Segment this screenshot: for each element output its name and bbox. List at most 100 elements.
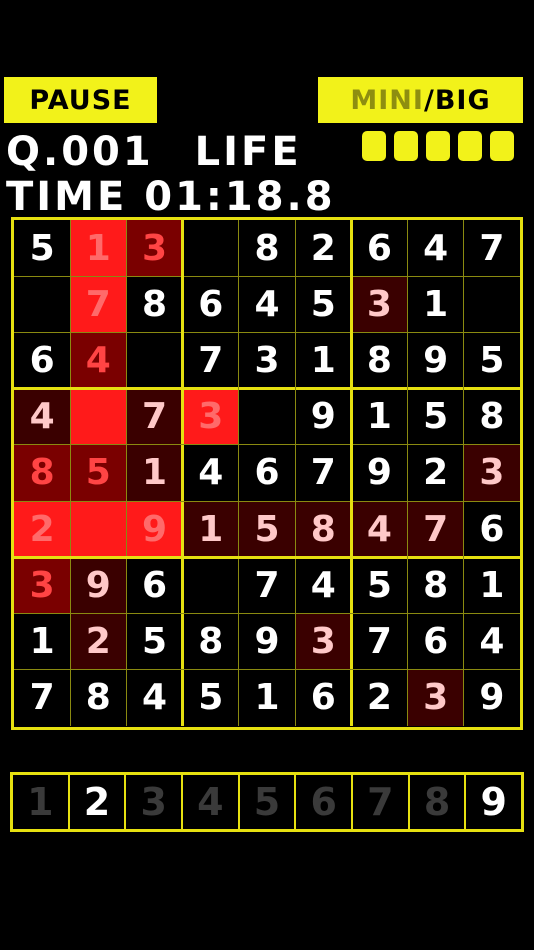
board-cell[interactable]: 2 — [295, 220, 352, 277]
board-cell[interactable]: 5 — [126, 613, 183, 670]
board-cell[interactable] — [238, 388, 296, 445]
board-cell[interactable]: 1 — [463, 557, 520, 614]
board-cell[interactable]: 3 — [182, 388, 239, 445]
board-cell[interactable]: 9 — [238, 613, 296, 670]
board-cell[interactable]: 6 — [14, 332, 71, 389]
board-cell[interactable]: 3 — [351, 276, 408, 333]
board-cell[interactable] — [182, 220, 239, 277]
board-cell[interactable]: 4 — [182, 444, 239, 502]
board-cell[interactable]: 9 — [295, 388, 352, 445]
cell-divider — [14, 331, 520, 333]
board-cell[interactable]: 4 — [126, 669, 183, 726]
board-cell[interactable]: 6 — [182, 276, 239, 333]
board-cell[interactable]: 8 — [295, 501, 352, 558]
board-cell[interactable]: 7 — [126, 388, 183, 445]
board-cell[interactable]: 6 — [238, 444, 296, 502]
board-cell[interactable]: 3 — [126, 220, 183, 277]
board-cell[interactable]: 9 — [126, 501, 183, 558]
board-cell[interactable]: 6 — [351, 220, 408, 277]
board-cell[interactable]: 5 — [295, 276, 352, 333]
board-cell[interactable]: 1 — [14, 613, 71, 670]
board-cell[interactable]: 5 — [463, 332, 520, 389]
board-cell[interactable]: 7 — [463, 220, 520, 277]
board-cell[interactable]: 4 — [463, 613, 520, 670]
board-cell[interactable]: 3 — [238, 332, 296, 389]
board-cell[interactable]: 7 — [238, 557, 296, 614]
board-cell[interactable]: 4 — [70, 332, 127, 389]
board-cell[interactable]: 3 — [14, 557, 71, 614]
board-cell[interactable]: 1 — [295, 332, 352, 389]
board-cell[interactable]: 1 — [182, 501, 239, 558]
board-cell[interactable]: 4 — [14, 388, 71, 445]
board-cell[interactable]: 5 — [238, 501, 296, 558]
board-cell[interactable]: 8 — [70, 669, 127, 726]
board-cell[interactable]: 6 — [126, 557, 183, 614]
board-cell[interactable]: 8 — [407, 557, 464, 614]
board-cell[interactable]: 9 — [351, 444, 408, 502]
board-cell[interactable]: 2 — [14, 501, 71, 558]
board-cell[interactable]: 7 — [295, 444, 352, 502]
board-cell[interactable]: 2 — [70, 613, 127, 670]
board-cell[interactable]: 4 — [238, 276, 296, 333]
board-cell[interactable]: 7 — [70, 276, 127, 333]
cell-divider — [14, 444, 520, 446]
board-cell[interactable]: 7 — [351, 613, 408, 670]
board-cell[interactable]: 1 — [70, 220, 127, 277]
board-cell[interactable]: 4 — [351, 501, 408, 558]
number-key-2[interactable]: 2 — [70, 775, 127, 829]
board-cell[interactable] — [126, 332, 183, 389]
life-box — [394, 131, 418, 161]
board-cell[interactable]: 1 — [351, 388, 408, 445]
number-key-6[interactable]: 6 — [296, 775, 354, 829]
number-key-7[interactable]: 7 — [353, 775, 410, 829]
board-cell[interactable]: 5 — [407, 388, 464, 445]
board-cell[interactable]: 6 — [407, 613, 464, 670]
board-cell[interactable]: 2 — [351, 669, 408, 726]
number-key-5[interactable]: 5 — [240, 775, 297, 829]
board-cell[interactable] — [70, 501, 127, 558]
number-key-9[interactable]: 9 — [466, 775, 521, 829]
slash-label: / — [423, 84, 435, 116]
board-cell[interactable]: 3 — [463, 444, 520, 502]
number-key-3[interactable]: 3 — [126, 775, 184, 829]
number-key-1[interactable]: 1 — [13, 775, 70, 829]
cell-divider — [14, 500, 520, 502]
board-cell[interactable]: 8 — [351, 332, 408, 389]
board-cell[interactable]: 7 — [182, 332, 239, 389]
board-cell[interactable]: 7 — [14, 669, 71, 726]
pause-button[interactable]: PAUSE — [4, 77, 157, 123]
board-cell[interactable]: 9 — [463, 669, 520, 726]
board-cell[interactable] — [14, 276, 71, 333]
board-cell[interactable]: 8 — [182, 613, 239, 670]
board-cell[interactable]: 1 — [126, 444, 183, 502]
board-cell[interactable]: 1 — [407, 276, 464, 333]
mini-big-toggle-button[interactable]: MINI / BIG — [318, 77, 523, 123]
board-cell[interactable]: 7 — [407, 501, 464, 558]
board-cell[interactable]: 4 — [295, 557, 352, 614]
board-cell[interactable] — [70, 388, 127, 445]
board-cell[interactable]: 8 — [463, 388, 520, 445]
board-cell[interactable]: 4 — [407, 220, 464, 277]
cell-divider — [238, 220, 240, 726]
board-cell[interactable]: 3 — [295, 613, 352, 670]
board-cell[interactable]: 3 — [407, 669, 464, 726]
board-cell[interactable]: 8 — [14, 444, 71, 502]
board-cell[interactable]: 1 — [238, 669, 296, 726]
board-cell[interactable]: 6 — [463, 501, 520, 558]
board-cell[interactable]: 5 — [351, 557, 408, 614]
box-divider — [181, 220, 185, 726]
board-cell[interactable]: 5 — [182, 669, 239, 726]
number-key-4[interactable]: 4 — [183, 775, 240, 829]
board-cell[interactable]: 6 — [295, 669, 352, 726]
board-cell[interactable]: 9 — [407, 332, 464, 389]
board-cell[interactable]: 8 — [126, 276, 183, 333]
board-cell[interactable]: 9 — [70, 557, 127, 614]
board-cell[interactable]: 5 — [14, 220, 71, 277]
life-label: LIFE — [194, 129, 302, 175]
board-cell[interactable] — [182, 557, 239, 614]
board-cell[interactable]: 8 — [238, 220, 296, 277]
board-cell[interactable] — [463, 276, 520, 333]
number-key-8[interactable]: 8 — [410, 775, 467, 829]
board-cell[interactable]: 2 — [407, 444, 464, 502]
board-cell[interactable]: 5 — [70, 444, 127, 502]
